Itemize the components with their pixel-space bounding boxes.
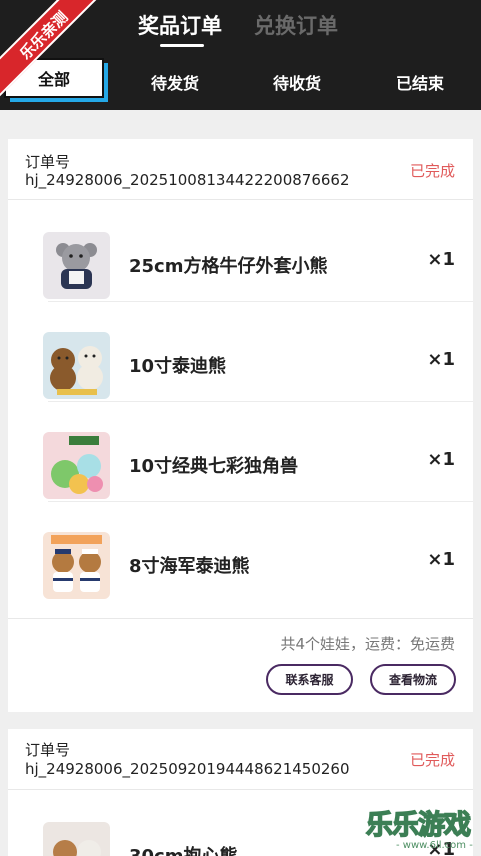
order-number-label: 订单号 — [25, 741, 71, 759]
product-name: 10寸泰迪熊 — [129, 356, 227, 377]
product-thumbnail — [43, 332, 110, 399]
order-item[interactable]: 8寸海军泰迪熊 ×1 — [8, 502, 473, 602]
product-quantity: ×1 — [427, 549, 455, 570]
subtab-pending-receipt[interactable]: 待收货 — [273, 70, 321, 94]
order-card: 订单号 hj_24928006_20251008134422200876662 … — [8, 139, 473, 712]
product-name: 30cm抱心熊 — [129, 842, 237, 856]
product-name: 8寸海军泰迪熊 — [129, 556, 250, 577]
active-tab-indicator — [160, 44, 204, 47]
subtab-finished[interactable]: 已结束 — [396, 70, 444, 94]
product-thumbnail — [43, 532, 110, 599]
site-watermark: 乐乐游戏 - www.6ll.com - — [365, 803, 481, 856]
header-divider — [8, 199, 473, 200]
product-quantity: ×1 — [427, 249, 455, 270]
order-status: 已完成 — [409, 751, 455, 769]
product-thumbnail — [43, 822, 110, 856]
product-thumbnail — [43, 432, 110, 499]
order-summary: 共4个娃娃，运费：免运费 — [280, 635, 455, 653]
product-quantity: ×1 — [427, 349, 455, 370]
product-thumbnail — [43, 232, 110, 299]
order-number: hj_24928006_20250920194448621450260 — [25, 760, 350, 778]
watermark-url: - www.6ll.com - — [396, 840, 473, 851]
header-divider — [8, 789, 473, 790]
product-name: 25cm方格牛仔外套小熊 — [129, 256, 328, 277]
subtab-pending-shipment[interactable]: 待发货 — [151, 70, 199, 94]
order-item[interactable]: 25cm方格牛仔外套小熊 ×1 — [8, 202, 473, 302]
product-name: 10寸经典七彩独角兽 — [129, 456, 299, 477]
order-item[interactable]: 10寸泰迪熊 ×1 — [8, 302, 473, 402]
order-number: hj_24928006_20251008134422200876662 — [25, 171, 350, 189]
track-shipment-button[interactable]: 查看物流 — [370, 664, 456, 695]
watermark-logo-text: 乐乐游戏 — [365, 809, 472, 842]
order-status: 已完成 — [409, 162, 455, 180]
tab-exchange-orders[interactable]: 兑换订单 — [254, 10, 338, 40]
order-number-label: 订单号 — [25, 153, 71, 171]
order-item[interactable]: 10寸经典七彩独角兽 ×1 — [8, 402, 473, 502]
tab-prize-orders[interactable]: 奖品订单 — [138, 10, 222, 40]
product-quantity: ×1 — [427, 449, 455, 470]
contact-support-button[interactable]: 联系客服 — [266, 664, 353, 695]
footer-divider — [8, 618, 473, 619]
